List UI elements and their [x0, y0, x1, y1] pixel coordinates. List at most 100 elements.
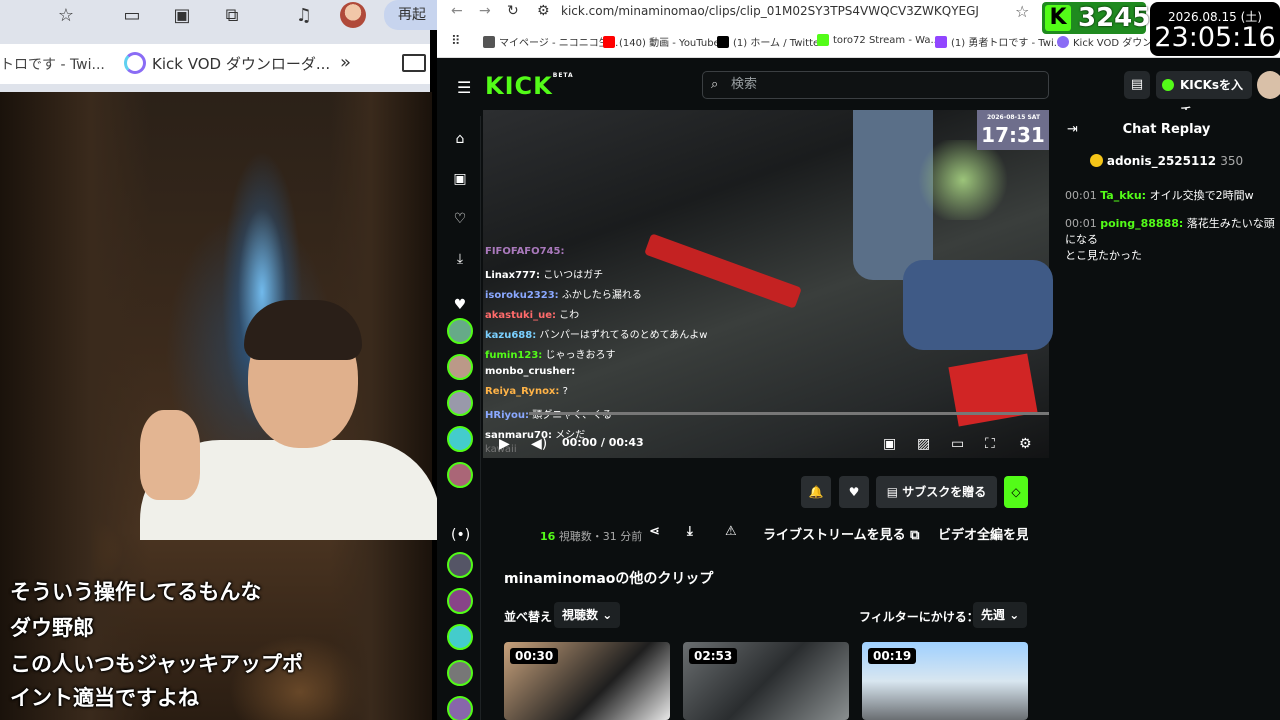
search-input[interactable]: ⌕ 検索	[702, 71, 1049, 99]
left-bookmarks-bar: トロです - Twi... Kick VOD ダウンローダ... »	[0, 44, 430, 84]
play-icon[interactable]: ▶	[499, 436, 510, 452]
chat-message: 00:01 poing_88888: 落花生みたいな頭になる とこ見たかった	[1065, 216, 1280, 264]
kick-icon	[817, 34, 829, 46]
top-gifter-name[interactable]: adonis_2525112	[1107, 154, 1216, 168]
monitor-icon[interactable]: ▭	[120, 3, 144, 27]
kicks-icon	[1162, 79, 1174, 91]
download-clip-icon[interactable]: ⤓	[687, 524, 693, 539]
forward-icon[interactable]: →	[479, 3, 491, 19]
filter-value: 先週	[981, 608, 1006, 622]
channel-avatar[interactable]	[447, 318, 473, 344]
overlay-chat-user: isoroku2323:	[485, 290, 559, 301]
bookmark-star-icon[interactable]: ☆	[1015, 2, 1029, 21]
video-progress-bar[interactable]	[529, 412, 1049, 415]
url-text[interactable]: kick.com/minaminomao/clips/clip_01M02SY3…	[561, 4, 979, 18]
bookmark-item[interactable]: (140) 動画 - YouTube	[603, 34, 720, 49]
video-player[interactable]: 2026-08-15 SAT 17:31 FIFOFAFO745: Linax77…	[483, 110, 1053, 458]
report-icon[interactable]: ⚠	[725, 524, 737, 539]
clock-overlay: 2026.08.15 (土) 23:05:16	[1150, 2, 1280, 56]
filter-dropdown[interactable]: 先週 ⌄	[973, 602, 1028, 628]
overlay-chat-text: じゃっきおろす	[545, 350, 616, 361]
channel-avatar[interactable]	[447, 426, 473, 452]
chat-title: Chat Replay	[1122, 122, 1211, 137]
gifter-badge-icon	[1089, 154, 1103, 167]
folder-icon[interactable]	[402, 54, 426, 72]
get-kicks-button[interactable]: KICKsを入手	[1156, 71, 1252, 120]
clip-icon[interactable]: ▨	[917, 436, 930, 452]
left-browser-chrome: ☆ ▭ ▣ ⧉ ♫ 再起 トロです - Twi... Kick VOD ダウンロ…	[0, 0, 444, 92]
back-icon[interactable]: ←	[451, 3, 463, 19]
browse-icon[interactable]: ▣	[451, 170, 469, 188]
profile-avatar[interactable]	[340, 2, 366, 28]
chat-time: 00:01	[1065, 217, 1097, 230]
bookmark-item[interactable]: (1) 勇者トロです - Twi...	[935, 34, 1063, 49]
apps-icon[interactable]: ⠿	[451, 34, 461, 49]
clip-thumbnail[interactable]: 02:53	[683, 642, 849, 720]
bookmark-item[interactable]: toro72 Stream - Wa...	[817, 34, 940, 46]
star-icon[interactable]: ☆	[54, 3, 78, 27]
channel-avatar[interactable]	[447, 354, 473, 380]
watch-livestream-link[interactable]: ライブストリームを見る ⧉	[763, 524, 919, 543]
download-icon[interactable]: ⤓	[451, 250, 469, 268]
kick-page: ☰ KICKBETA ⌕ 検索 ▤ KICKsを入手 ⌂ ▣ ♡ ⤓ ♥ (•)	[437, 58, 1280, 720]
bookmark-twitter[interactable]: トロです - Twi...	[0, 54, 105, 74]
chat-text: オイル交換で2時間w	[1149, 189, 1254, 202]
sort-value: 視聴数	[562, 608, 599, 622]
overlay-chat-text: ふかしたら漏れる	[561, 290, 642, 301]
overlay-chat-user: HRiyou:	[485, 410, 530, 421]
view-count: 16	[540, 530, 556, 543]
clip-thumbnail[interactable]: 00:30	[504, 642, 670, 720]
subtitle-line-1: そういう操作してるもんな	[10, 580, 262, 604]
watch-livestream-label: ライブストリームを見る	[763, 528, 906, 543]
channel-avatar[interactable]	[447, 390, 473, 416]
layout-icon[interactable]: ▤	[1124, 71, 1150, 99]
search-placeholder: 検索	[731, 77, 758, 92]
follow-heart-button[interactable]: ♥	[839, 476, 869, 508]
site-info-icon[interactable]: ⚙	[537, 3, 550, 19]
restart-button[interactable]: 再起	[384, 0, 444, 30]
settings-icon[interactable]: ⚙	[1019, 436, 1032, 452]
share-icon[interactable]: ⋖	[649, 524, 660, 539]
clip-thumbnail[interactable]: 00:19	[862, 642, 1028, 720]
gift-sub-label: サブスクを贈る	[902, 485, 987, 499]
channel-avatar[interactable]	[447, 552, 473, 578]
gift-sub-button[interactable]: ▤ サブスクを贈る	[876, 476, 997, 508]
reload-icon[interactable]: ↻	[507, 3, 519, 19]
notification-bell-button[interactable]: 🔔	[801, 476, 831, 508]
media-icon[interactable]: ♫	[292, 3, 316, 27]
sort-dropdown[interactable]: 視聴数 ⌄	[554, 602, 621, 628]
theater-icon[interactable]: ▭	[951, 436, 964, 452]
watch-full-video-link[interactable]: ビデオ全編を見る	[938, 524, 1028, 543]
cast-icon[interactable]: ▣	[170, 3, 194, 27]
volume-icon[interactable]: ◀)	[531, 436, 547, 452]
chevron-down-icon: ⌄	[1009, 608, 1020, 622]
fullscreen-icon[interactable]: ⛶	[985, 436, 995, 452]
home-icon[interactable]: ⌂	[451, 130, 469, 148]
channel-avatar[interactable]	[447, 462, 473, 488]
chat-user[interactable]: Ta_kku:	[1100, 189, 1146, 202]
more-bookmarks-icon[interactable]: »	[340, 52, 351, 73]
kick-logo[interactable]: KICKBETA	[485, 72, 574, 100]
bookmark-item[interactable]: マイページ - ニコニコ生...	[483, 34, 618, 49]
miniplayer-icon[interactable]: ▣	[883, 436, 896, 452]
chat-user[interactable]: poing_88888:	[1100, 217, 1183, 230]
kick-vod-icon	[124, 52, 146, 74]
video-chat-overlay: FIFOFAFO745: Linax777: こいつはガチ isoroku232…	[485, 246, 785, 458]
following-icon[interactable]: ♡	[451, 210, 469, 228]
channel-avatar[interactable]	[447, 696, 473, 720]
bookmark-item[interactable]: (1) ホーム / Twitter	[717, 34, 823, 49]
right-browser: ← → ↻ ⚙ kick.com/minaminomao/clips/clip_…	[437, 0, 1280, 720]
extensions-icon[interactable]: ⧉	[220, 3, 244, 27]
bookmark-kick-vod[interactable]: Kick VOD ダウンローダ...	[124, 52, 330, 74]
clip-duration: 00:19	[868, 648, 917, 664]
kick-logo-beta: BETA	[552, 72, 574, 79]
subscribe-green-button[interactable]: ◇	[1004, 476, 1028, 508]
channel-avatar[interactable]	[447, 588, 473, 614]
streamer-hand	[140, 410, 200, 500]
channel-avatar[interactable]	[447, 660, 473, 686]
x-icon	[717, 35, 729, 48]
overlay-chat-text: こいつはガチ	[543, 270, 604, 281]
hamburger-menu-icon[interactable]: ☰	[457, 78, 471, 97]
channel-avatar[interactable]	[447, 624, 473, 650]
user-avatar[interactable]	[1257, 71, 1280, 99]
